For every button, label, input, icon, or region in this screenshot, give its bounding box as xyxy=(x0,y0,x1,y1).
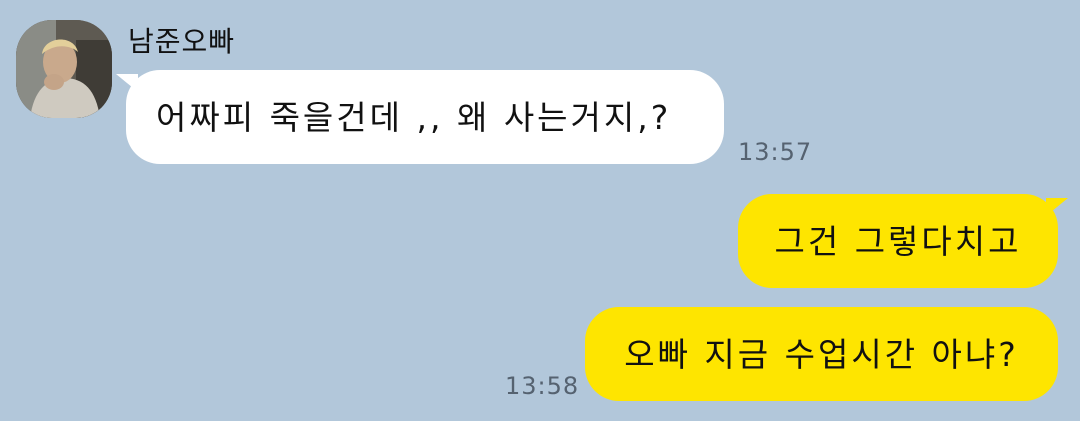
chat-view: 남준오빠 어짜피 죽을건데 ,, 왜 사는거지,? 13:57 그건 그렇다치고… xyxy=(0,0,1080,421)
incoming-message-bubble[interactable]: 어짜피 죽을건데 ,, 왜 사는거지,? xyxy=(126,70,724,164)
sender-name: 남준오빠 xyxy=(128,25,236,58)
message-text: 어짜피 죽을건데 ,, 왜 사는거지,? xyxy=(156,97,672,137)
message-text: 오빠 지금 수업시간 아냐? xyxy=(624,334,1019,374)
message-timestamp: 13:57 xyxy=(738,138,813,166)
sender-avatar[interactable] xyxy=(16,20,112,118)
outgoing-message-bubble[interactable]: 오빠 지금 수업시간 아냐? xyxy=(585,307,1058,401)
outgoing-message-bubble[interactable]: 그건 그렇다치고 xyxy=(738,194,1058,288)
message-text: 그건 그렇다치고 xyxy=(774,221,1022,261)
message-timestamp: 13:58 xyxy=(505,372,580,400)
